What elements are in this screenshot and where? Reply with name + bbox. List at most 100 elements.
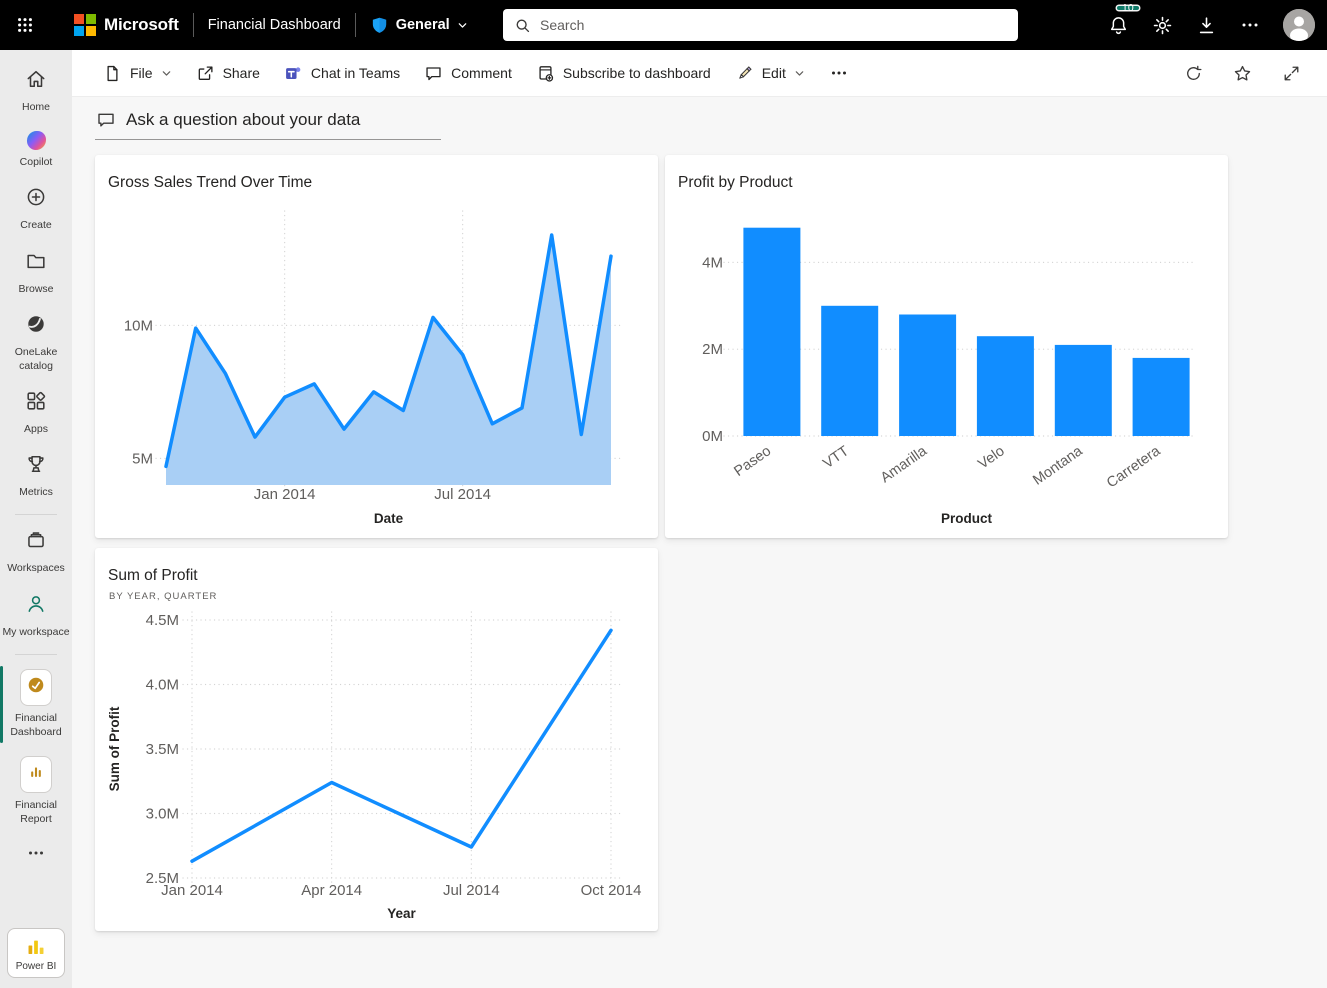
microsoft-squares-icon <box>74 14 96 36</box>
sidebar-item-label: Copilot <box>20 155 53 169</box>
search-icon <box>514 17 531 34</box>
more-icon <box>829 63 849 83</box>
toolbar-item-label: Share <box>223 65 260 81</box>
sidebar-item-metrics[interactable]: Metrics <box>0 445 72 508</box>
onelake-icon <box>25 313 47 340</box>
profit-bar-chart: 0M2M4MPaseoVTTAmarillaVeloMontanaCarrete… <box>665 155 1228 538</box>
svg-text:5M: 5M <box>132 450 153 467</box>
svg-text:4.0M: 4.0M <box>146 677 179 694</box>
sidebar-item-financial-report[interactable]: Financial Report <box>0 748 72 835</box>
apps-icon <box>25 390 47 417</box>
svg-text:Paseo: Paseo <box>731 443 774 480</box>
comment-icon <box>424 64 443 83</box>
workspaces-icon <box>25 529 47 556</box>
toolbar-comment-button[interactable]: Comment <box>412 58 524 89</box>
sidebar-item-apps[interactable]: Apps <box>0 382 72 445</box>
search-placeholder: Search <box>540 17 584 33</box>
sidebar-item-more[interactable] <box>0 835 72 877</box>
sidebar-item-workspaces[interactable]: Workspaces <box>0 521 72 584</box>
tile-profit-by-product[interactable]: 0M2M4MPaseoVTTAmarillaVeloMontanaCarrete… <box>665 155 1228 538</box>
more-options-button[interactable] <box>1240 15 1260 35</box>
tile-sum-of-profit[interactable]: 2.5M3.0M3.5M4.0M4.5MJan 2014Apr 2014Jul … <box>95 548 658 931</box>
sidebar-item-home[interactable]: Home <box>0 60 72 123</box>
svg-text:0M: 0M <box>702 428 723 445</box>
teams-icon <box>284 64 303 83</box>
sidebar-item-my-workspace[interactable]: My workspace <box>0 585 72 648</box>
file-icon <box>103 64 122 83</box>
notifications-button[interactable]: 10 <box>1108 15 1129 36</box>
toolbar-subscribe-button[interactable]: Subscribe to dashboard <box>524 58 723 89</box>
svg-text:Jan 2014: Jan 2014 <box>161 882 223 899</box>
tile-gross-sales-trend[interactable]: 5M10MJan 2014Jul 2014Date Gross Sales Tr… <box>95 155 658 538</box>
svg-text:Velo: Velo <box>975 443 1007 472</box>
app-launcher-button[interactable] <box>0 0 50 50</box>
tile-title: Sum of Profit <box>108 567 198 585</box>
sensitivity-label-button[interactable]: General <box>370 16 468 35</box>
create-icon <box>25 186 47 213</box>
sidebar-item-financial-dashboard[interactable]: Financial Dashboard <box>0 661 72 748</box>
svg-text:Montana: Montana <box>1030 443 1086 489</box>
toolbar-item-label: Comment <box>451 65 512 81</box>
qna-input[interactable]: Ask a question about your data <box>95 108 441 140</box>
toolbar-edit-button[interactable]: Edit <box>723 58 817 89</box>
svg-text:3.0M: 3.0M <box>146 806 179 823</box>
speech-bubble-icon <box>96 110 116 130</box>
edit-icon <box>735 64 754 83</box>
tile-subtitle: BY YEAR, QUARTER <box>109 591 217 602</box>
download-button[interactable] <box>1196 15 1217 36</box>
sidebar-item-label: Apps <box>24 422 48 436</box>
toolbar-item-label: Edit <box>762 65 786 81</box>
svg-text:3.5M: 3.5M <box>146 741 179 758</box>
divider <box>355 13 356 37</box>
sidebar-item-label: My workspace <box>2 625 69 639</box>
left-navigation: Home Copilot CreateBrowse OneLake catalog Ap… <box>0 50 72 988</box>
sidebar-item-copilot[interactable]: Copilot <box>0 123 72 178</box>
svg-text:Sum of Profit: Sum of Profit <box>107 706 122 791</box>
sidebar-item-onelake-catalog[interactable]: OneLake catalog <box>0 305 72 382</box>
sidebar-item-browse[interactable]: Browse <box>0 242 72 305</box>
toolbar-refresh-button[interactable] <box>1184 64 1203 83</box>
toolbar-favorite-button[interactable] <box>1233 64 1252 83</box>
svg-text:Carretera: Carretera <box>1104 443 1164 492</box>
gross-sales-area-chart: 5M10MJan 2014Jul 2014Date <box>95 155 658 538</box>
svg-text:Product: Product <box>941 511 993 526</box>
svg-text:2M: 2M <box>702 341 723 358</box>
svg-text:10M: 10M <box>124 317 153 334</box>
qna-placeholder: Ask a question about your data <box>126 110 360 130</box>
toolbar-left: File Share Chat in Teams Comment Subscribe t… <box>91 57 861 89</box>
toolbar-more-button[interactable] <box>817 57 861 89</box>
browse-icon <box>25 250 47 277</box>
sidebar-divider <box>15 654 57 655</box>
svg-text:VTT: VTT <box>820 443 852 472</box>
tile-title: Gross Sales Trend Over Time <box>108 174 312 192</box>
sidebar-item-label: OneLake catalog <box>2 345 70 373</box>
toolbar-item-label: Subscribe to dashboard <box>563 65 711 81</box>
toolbar-chat-in-teams-button[interactable]: Chat in Teams <box>272 58 412 89</box>
search-input[interactable]: Search <box>503 9 1018 41</box>
powerbi-switcher-button[interactable]: Power BI <box>7 928 65 978</box>
powerbi-logo-icon <box>25 936 47 958</box>
toolbar-file-button[interactable]: File <box>91 58 184 89</box>
microsoft-logo[interactable]: Microsoft <box>74 14 179 36</box>
sidebar-divider <box>15 514 57 515</box>
dashboard-toolbar: File Share Chat in Teams Comment Subscribe t… <box>72 50 1327 97</box>
top-app-bar: Microsoft Financial Dashboard General Se… <box>0 0 1327 50</box>
account-avatar[interactable] <box>1283 9 1315 41</box>
financial-dashboard-icon <box>20 669 52 706</box>
sidebar-item-label: Metrics <box>19 485 53 499</box>
sidebar-item-label: Financial Report <box>2 798 70 826</box>
more-icon <box>26 843 46 868</box>
sidebar-item-label: Financial Dashboard <box>2 711 70 739</box>
sidebar-item-create[interactable]: Create <box>0 178 72 241</box>
toolbar-expand-button[interactable] <box>1282 64 1301 83</box>
my-workspace-icon <box>25 593 47 620</box>
chevron-icon <box>794 68 805 79</box>
waffle-icon <box>16 16 34 34</box>
toolbar-share-button[interactable]: Share <box>184 58 272 89</box>
chevron-icon <box>161 68 172 79</box>
powerbi-label: Power BI <box>16 961 57 972</box>
settings-gear-button[interactable] <box>1152 15 1173 36</box>
svg-text:Jul 2014: Jul 2014 <box>443 882 500 899</box>
divider <box>193 13 194 37</box>
metrics-icon <box>25 453 47 480</box>
